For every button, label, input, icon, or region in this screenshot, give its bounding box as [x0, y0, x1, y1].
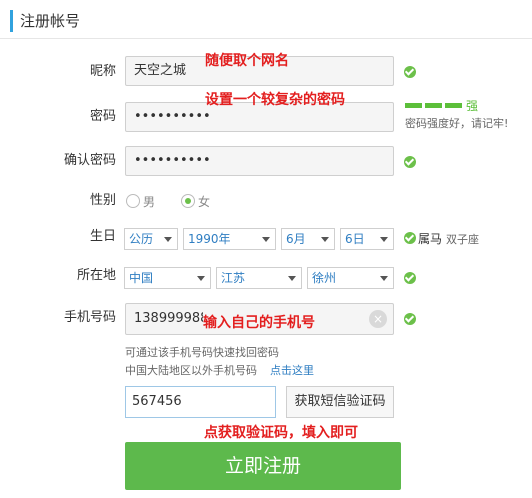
country-select[interactable]: 中国 — [124, 267, 211, 289]
province-select[interactable]: 江苏 — [216, 267, 302, 289]
chevron-down-icon — [197, 276, 205, 281]
register-button[interactable]: 立即注册 — [125, 442, 401, 490]
month-value: 6月 — [286, 232, 306, 246]
gender-label: 性别 — [89, 193, 116, 208]
year-value: 1990年 — [188, 232, 231, 246]
verification-code-input[interactable]: 567456 — [125, 386, 276, 418]
city-value: 徐州 — [312, 271, 337, 285]
zodiac-text: 属马 — [418, 232, 443, 246]
birthday-valid-icon — [404, 232, 416, 244]
header-divider — [0, 38, 532, 39]
chevron-down-icon — [164, 237, 172, 242]
nickname-annotation: 随便取个网名 — [205, 53, 289, 69]
password-label: 密码 — [89, 109, 116, 124]
city-select[interactable]: 徐州 — [307, 267, 394, 289]
nickname-valid-icon — [404, 66, 416, 78]
gender-female-label: 女 — [198, 195, 211, 209]
chevron-down-icon — [380, 237, 388, 242]
month-select[interactable]: 6月 — [281, 228, 335, 250]
clear-icon[interactable]: × — [369, 310, 387, 328]
location-valid-icon — [404, 272, 416, 284]
chevron-down-icon — [321, 237, 329, 242]
country-value: 中国 — [129, 271, 154, 285]
password-annotation: 设置一个较复杂的密码 — [205, 92, 345, 108]
day-value: 6日 — [345, 232, 365, 246]
verify-annotation: 点获取验证码，填入即可 — [204, 425, 358, 441]
strength-bar-3 — [445, 103, 462, 108]
province-value: 江苏 — [221, 271, 246, 285]
get-sms-code-button[interactable]: 获取短信验证码 — [286, 386, 394, 418]
year-select[interactable]: 1990年 — [183, 228, 276, 250]
confirm-password-label: 确认密码 — [63, 153, 116, 168]
strength-bar-1 — [405, 103, 422, 108]
page-title: 注册帐号 — [10, 10, 80, 32]
foreign-phone-hint: 中国大陆地区以外手机号码 — [125, 364, 257, 377]
birthday-label: 生日 — [89, 229, 116, 244]
gender-male-label: 男 — [143, 195, 156, 209]
gender-male-radio[interactable] — [126, 194, 140, 208]
chevron-down-icon — [380, 276, 388, 281]
nickname-label: 昵称 — [89, 64, 116, 79]
day-select[interactable]: 6日 — [340, 228, 394, 250]
strength-hint: 密码强度好，请记牢! — [405, 117, 509, 130]
strength-label: 强 — [466, 99, 479, 113]
chevron-down-icon — [262, 237, 270, 242]
phone-annotation: 输入自己的手机号 — [203, 311, 315, 333]
foreign-phone-link[interactable]: 点击这里 — [270, 362, 314, 378]
phone-valid-icon — [404, 313, 416, 325]
confirm-password-input[interactable]: •••••••••• — [125, 146, 394, 176]
calendar-value: 公历 — [129, 232, 154, 246]
confirm-valid-icon — [404, 156, 416, 168]
phone-label: 手机号码 — [63, 310, 116, 325]
strength-bar-2 — [425, 103, 442, 108]
calendar-select[interactable]: 公历 — [124, 228, 178, 250]
chevron-down-icon — [288, 276, 296, 281]
constellation-text: 双子座 — [446, 233, 479, 246]
location-label: 所在地 — [76, 268, 116, 283]
phone-hint: 可通过该手机号码快速找回密码 — [125, 346, 279, 359]
gender-female-radio[interactable] — [181, 194, 195, 208]
